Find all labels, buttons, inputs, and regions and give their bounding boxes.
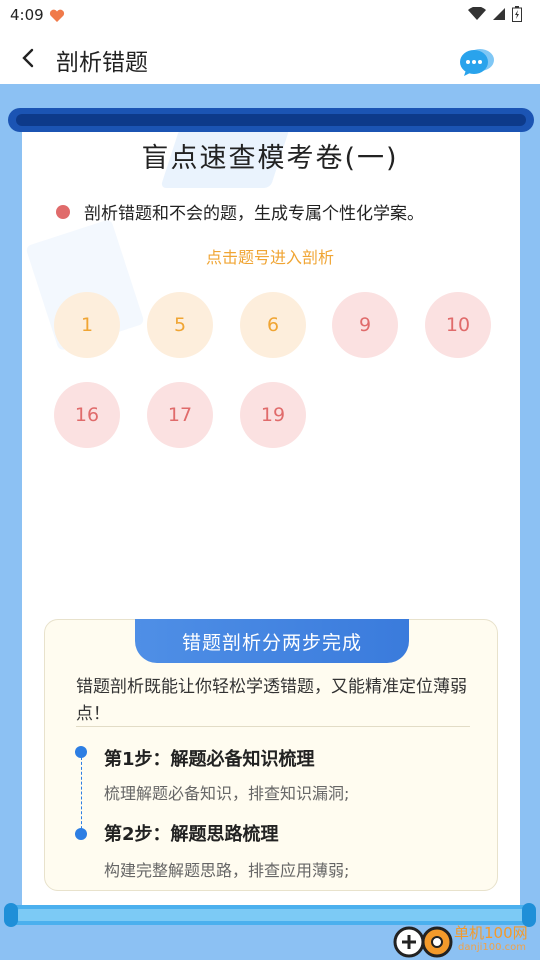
- heart-icon: [49, 9, 65, 22]
- question-button[interactable]: 10: [425, 292, 491, 358]
- back-button[interactable]: [14, 42, 44, 74]
- hint-text: 点击题号进入剖析: [205, 248, 334, 267]
- question-button[interactable]: 17: [147, 382, 213, 448]
- step-dot-icon: [75, 746, 87, 758]
- question-button[interactable]: 19: [240, 382, 306, 448]
- scroll-rod-end: [4, 903, 18, 927]
- intro-row: 剖析错题和不会的题，生成专属个性化学案。: [56, 199, 424, 224]
- step-desc: 构建完整解题思路，排查应用薄弱;: [104, 861, 350, 880]
- step-dot-icon: [75, 828, 87, 840]
- battery-icon: [512, 6, 522, 22]
- card-intro: 错题剖析既能让你轻松学透错题，又能精准定位薄弱点！: [76, 677, 467, 724]
- card-divider: [76, 726, 470, 727]
- page-title: 剖析错题: [56, 50, 148, 76]
- back-arrow-icon: [22, 48, 34, 68]
- step-title: 第1步：解题必备知识梳理: [104, 749, 315, 770]
- question-button[interactable]: 16: [54, 382, 120, 448]
- card-banner: 错题剖析分两步完成: [135, 619, 409, 663]
- watermark-logo-icon: [393, 926, 453, 958]
- watermark-name: 单机100网: [454, 924, 528, 942]
- watermark-url: danji100.com: [458, 942, 526, 953]
- step-title: 第2步：解题思路梳理: [104, 824, 279, 845]
- chat-button[interactable]: [458, 46, 496, 78]
- chat-bubble-icon: [460, 49, 494, 76]
- status-icons: [468, 6, 522, 22]
- step-desc: 梳理解题必备知识，排查知识漏洞;: [104, 784, 350, 803]
- wifi-icon: [468, 7, 486, 20]
- bullet-dot-icon: [56, 204, 70, 219]
- status-bar: 4:09: [0, 0, 540, 32]
- question-button[interactable]: 1: [54, 292, 120, 358]
- intro-text: 剖析错题和不会的题，生成专属个性化学案。: [84, 204, 424, 224]
- scroll-top-rod-inner: [16, 114, 526, 126]
- app-bar: 剖析错题: [0, 32, 540, 84]
- question-button[interactable]: 5: [147, 292, 213, 358]
- status-time: 4:09: [10, 6, 44, 24]
- question-button[interactable]: 6: [240, 292, 306, 358]
- exam-title: 盲点速查模考卷(一): [141, 143, 399, 174]
- scroll-bottom-rod-inner: [14, 909, 528, 921]
- signal-icon: [493, 8, 505, 20]
- question-button[interactable]: 9: [332, 292, 398, 358]
- timeline-line: [81, 752, 82, 834]
